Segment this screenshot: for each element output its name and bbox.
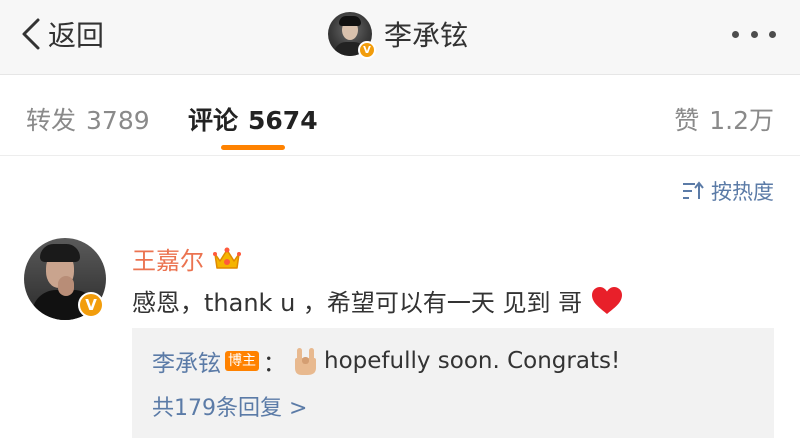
dot-icon <box>732 30 739 38</box>
commenter-avatar[interactable]: V <box>24 238 106 320</box>
verified-badge-icon: V <box>78 292 104 318</box>
dot-icon <box>750 30 758 38</box>
sort-by-hot-button[interactable]: 按热度 <box>681 176 774 206</box>
tab-label: 转发 <box>26 106 77 135</box>
tab-comments[interactable]: 评论 5674 <box>188 101 318 137</box>
reply-author[interactable]: 李承铉 <box>152 344 221 378</box>
commenter-name[interactable]: 王嘉尔 <box>132 241 204 276</box>
view-all-replies-link[interactable]: 共179条回复 > <box>152 390 307 422</box>
tab-likes[interactable]: 赞 1.2万 <box>674 101 774 137</box>
blogger-badge: 博主 <box>225 351 259 371</box>
verified-badge-icon: V <box>358 41 376 59</box>
more-options-button[interactable] <box>732 22 776 46</box>
tab-reposts[interactable]: 转发 3789 <box>26 101 150 137</box>
profile-title[interactable]: V 李承铉 <box>328 11 469 59</box>
tab-bar: 转发 3789 评论 5674 赞 1.2万 <box>0 75 800 156</box>
sort-label: 按热度 <box>711 180 774 204</box>
heart-icon <box>592 286 623 314</box>
back-label: 返回 <box>48 19 105 52</box>
comment-text: 感恩，thank u ，希望可以有一天 见到 哥 <box>132 289 583 317</box>
back-button[interactable]: 返回 <box>20 14 104 54</box>
sort-icon <box>683 181 704 199</box>
dot-icon <box>769 30 776 38</box>
reply-text: hopefully soon. Congrats! <box>324 348 621 374</box>
tab-count: 1.2万 <box>709 106 774 135</box>
chevron-left-icon <box>22 18 40 50</box>
rock-hand-icon <box>295 348 316 375</box>
comment-header: 王嘉尔 <box>132 241 242 276</box>
reply-separator: ： <box>263 351 286 377</box>
crown-icon <box>213 247 241 269</box>
tab-label: 评论 <box>188 106 239 135</box>
active-tab-indicator <box>221 145 285 150</box>
comment-body: 感恩，thank u ，希望可以有一天 见到 哥 <box>132 283 624 318</box>
tab-label: 赞 <box>674 106 700 135</box>
tab-count: 3789 <box>86 106 150 135</box>
reply-preview[interactable]: 李承铉 博主 ： hopefully soon. Congrats! 共179条… <box>132 328 774 438</box>
reply-item: 李承铉 博主 ： hopefully soon. Congrats! <box>152 344 620 378</box>
tab-count: 5674 <box>248 106 318 135</box>
top-nav-bar: 返回 V 李承铉 <box>0 0 800 75</box>
avatar[interactable]: V <box>328 12 376 59</box>
page-title: 李承铉 <box>384 19 469 52</box>
